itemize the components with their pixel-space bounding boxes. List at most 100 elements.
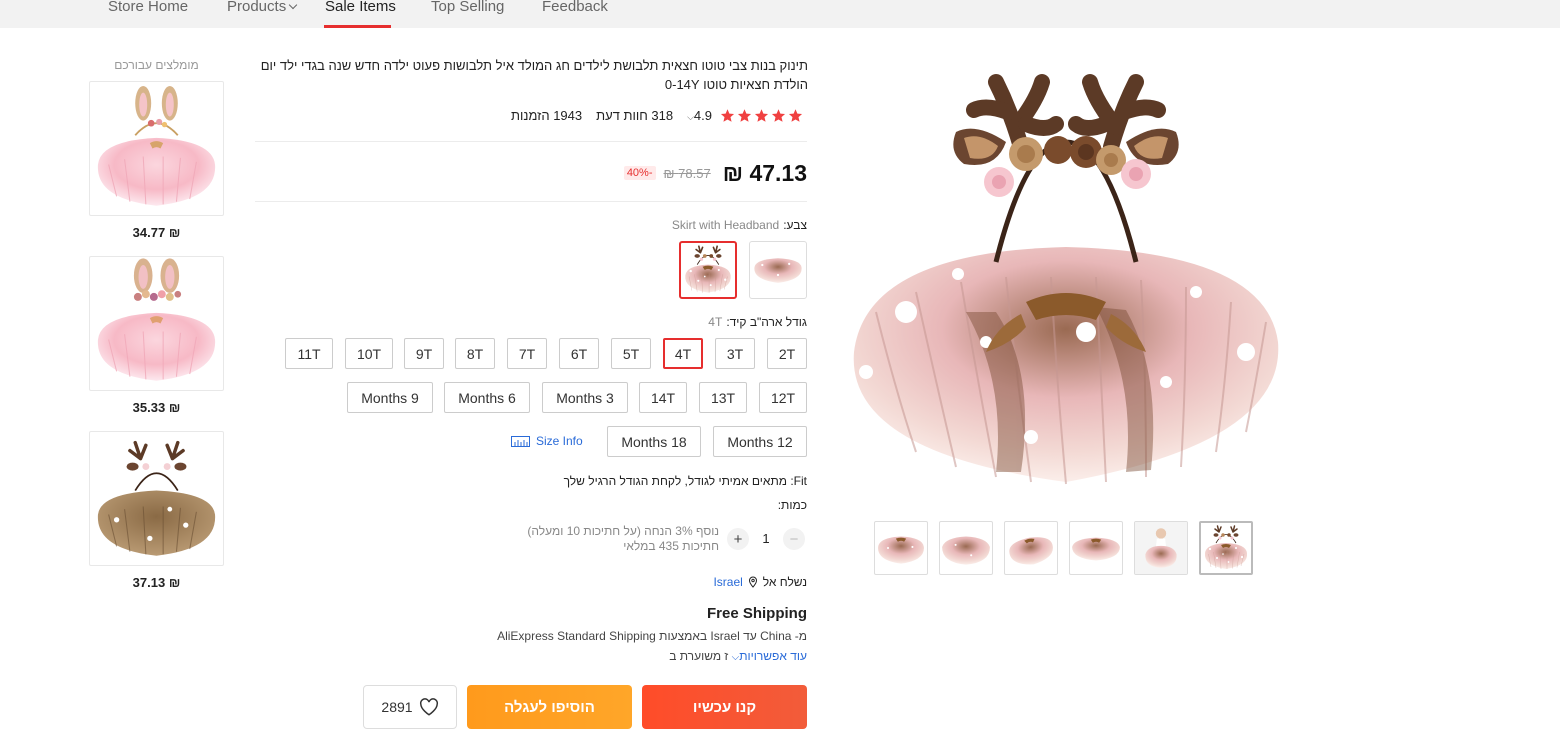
product-title: תינוק בנות צבי טוטו חצאית תלבושת לילדים … (260, 58, 808, 92)
star-icon (737, 108, 752, 122)
size-option-months-18[interactable]: Months 18 (607, 426, 701, 457)
stock-note: חתיכות 435 במלאי (623, 539, 719, 553)
deer-tutu-skirt-icon (754, 258, 802, 283)
nav-sale-items[interactable]: Sale Items (325, 0, 396, 15)
bunny-tutu-pink-icon (90, 82, 223, 215)
quantity-input[interactable]: 1 (756, 531, 776, 546)
size-option-5t[interactable]: 5T (611, 338, 651, 369)
size-option-months-6[interactable]: Months 6 (444, 382, 530, 413)
size-option-9t[interactable]: 9T (404, 338, 444, 369)
size-label: גודל ארה"ב קיד:4T (600, 315, 807, 329)
recommended-item[interactable] (89, 81, 224, 216)
rating-value: 4.9 (693, 107, 712, 123)
model-thumb-icon (1135, 522, 1187, 574)
size-option-11t[interactable]: 11T (285, 338, 333, 369)
nav-store-home[interactable]: Store Home (108, 0, 188, 15)
recommended-item[interactable] (89, 431, 224, 566)
deer-tutu-headband-icon (1201, 523, 1251, 573)
chevron-down-icon (288, 0, 298, 10)
quantity-note: נוסף 3% הנחה (על חתיכות 10 ומעלה) חתיכות… (480, 524, 719, 554)
quantity-decrease-button[interactable]: − (783, 528, 805, 550)
color-value: Skirt with Headband (671, 218, 780, 232)
shipping-method: מ- China עד Israel באמצעות AliExpress St… (497, 629, 807, 643)
add-to-cart-button[interactable]: הוסיפו לעגלה (467, 685, 632, 729)
store-nav-bar: Store Home Products Sale Items Top Selli… (0, 0, 1560, 28)
divider (255, 141, 807, 142)
gallery-thumb[interactable] (1004, 521, 1058, 575)
more-options-row: עוד אפשרויות⌵ ז משוערת ב (540, 649, 807, 663)
buy-now-button[interactable]: קנו עכשיו (642, 685, 807, 729)
more-options-label: עוד אפשרויות (739, 649, 807, 663)
nav-top-selling[interactable]: Top Selling (431, 0, 504, 15)
rating-row: 4.9⌵ 318 חוות דעת 1943 הזמנות (255, 106, 803, 124)
heart-icon (419, 698, 438, 716)
size-label-text: גודל ארה"ב קיד: (726, 315, 807, 329)
size-option-13t[interactable]: 13T (699, 382, 747, 413)
deer-tutu-headband-icon (681, 243, 735, 297)
size-option-months-9[interactable]: Months 9 (347, 382, 433, 413)
bunny-tutu-flowers-icon (90, 257, 223, 390)
size-option-10t[interactable]: 10T (345, 338, 393, 369)
size-option-months-3[interactable]: Months 3 (542, 382, 628, 413)
tutu-thumb-icon (878, 536, 924, 564)
size-option-7t[interactable]: 7T (507, 338, 547, 369)
color-swatch-skirt-with-headband[interactable] (679, 241, 737, 299)
nav-feedback[interactable]: Feedback (542, 0, 608, 15)
recommended-item-price: 34.77 ₪ (132, 225, 181, 240)
star-icon (771, 108, 786, 122)
size-value: 4T (708, 315, 723, 329)
size-option-14t[interactable]: 14T (639, 382, 687, 413)
original-price: 78.57 ₪ (663, 165, 711, 181)
size-option-3t[interactable]: 3T (715, 338, 755, 369)
size-info-label: Size Info (536, 434, 583, 448)
current-price: 47.13 ₪ (722, 159, 807, 186)
size-option-2t[interactable]: 2T (767, 338, 807, 369)
recommended-item-price: 35.33 ₪ (132, 400, 181, 415)
deer-tutu-main-image (853, 74, 1279, 485)
discount-badge: -40% (623, 166, 656, 180)
quantity-increase-button[interactable]: + (727, 528, 749, 550)
star-icon (788, 108, 803, 122)
color-swatch-skirt-only[interactable] (749, 241, 807, 299)
gallery-thumb[interactable] (1069, 521, 1123, 575)
recommended-item-price: 37.13 ₪ (132, 575, 181, 590)
tutu-thumb-icon (942, 536, 990, 565)
star-icon (720, 108, 735, 122)
wishlist-button[interactable]: 2891 (363, 685, 457, 729)
star-icon (754, 108, 769, 122)
price-row: 47.13 ₪ 78.57 ₪ -40% (600, 156, 807, 190)
wishlist-count: 2891 (381, 699, 413, 715)
ship-to-row: נשלח אל Israel (600, 575, 807, 589)
tutu-thumb-icon (1009, 537, 1053, 565)
tutu-thumb-icon (1072, 537, 1120, 561)
rating-stars (720, 108, 803, 123)
gallery-thumb[interactable] (939, 521, 993, 575)
recommended-title: מומלצים עבורכם (114, 58, 199, 72)
color-label: צבע:Skirt with Headband (600, 218, 807, 232)
divider (255, 201, 807, 202)
gallery-thumb[interactable] (1134, 521, 1188, 575)
gallery-thumb[interactable] (1199, 521, 1253, 575)
size-option-8t[interactable]: 8T (455, 338, 495, 369)
active-tab-indicator (324, 25, 391, 28)
size-option-months-12[interactable]: Months 12 (713, 426, 807, 457)
gallery-thumb[interactable] (874, 521, 928, 575)
nav-products[interactable]: Products (227, 0, 298, 15)
location-pin-icon (748, 576, 757, 588)
rating-score[interactable]: 4.9⌵ (687, 108, 712, 123)
main-product-image[interactable] (846, 52, 1286, 492)
size-option-6t[interactable]: 6T (559, 338, 599, 369)
size-option-4t[interactable]: 4T (663, 338, 703, 369)
more-options-link[interactable]: עוד אפשרויות⌵ (732, 649, 807, 663)
quantity-label: כמות: (777, 498, 807, 512)
free-shipping: Free Shipping (706, 605, 807, 622)
size-info-link[interactable]: Size Info (511, 434, 583, 448)
recommended-item[interactable] (89, 256, 224, 391)
ship-to-label: נשלח אל (762, 575, 807, 589)
bulk-discount-note: נוסף 3% הנחה (על חתיכות 10 ומעלה) (527, 524, 719, 538)
size-option-12t[interactable]: 12T (759, 382, 807, 413)
ship-to-country[interactable]: Israel (713, 575, 742, 589)
ruler-icon (511, 435, 530, 447)
chevron-down-icon: ⌵ (687, 111, 694, 122)
reviews-count[interactable]: 318 חוות דעת (596, 108, 673, 123)
